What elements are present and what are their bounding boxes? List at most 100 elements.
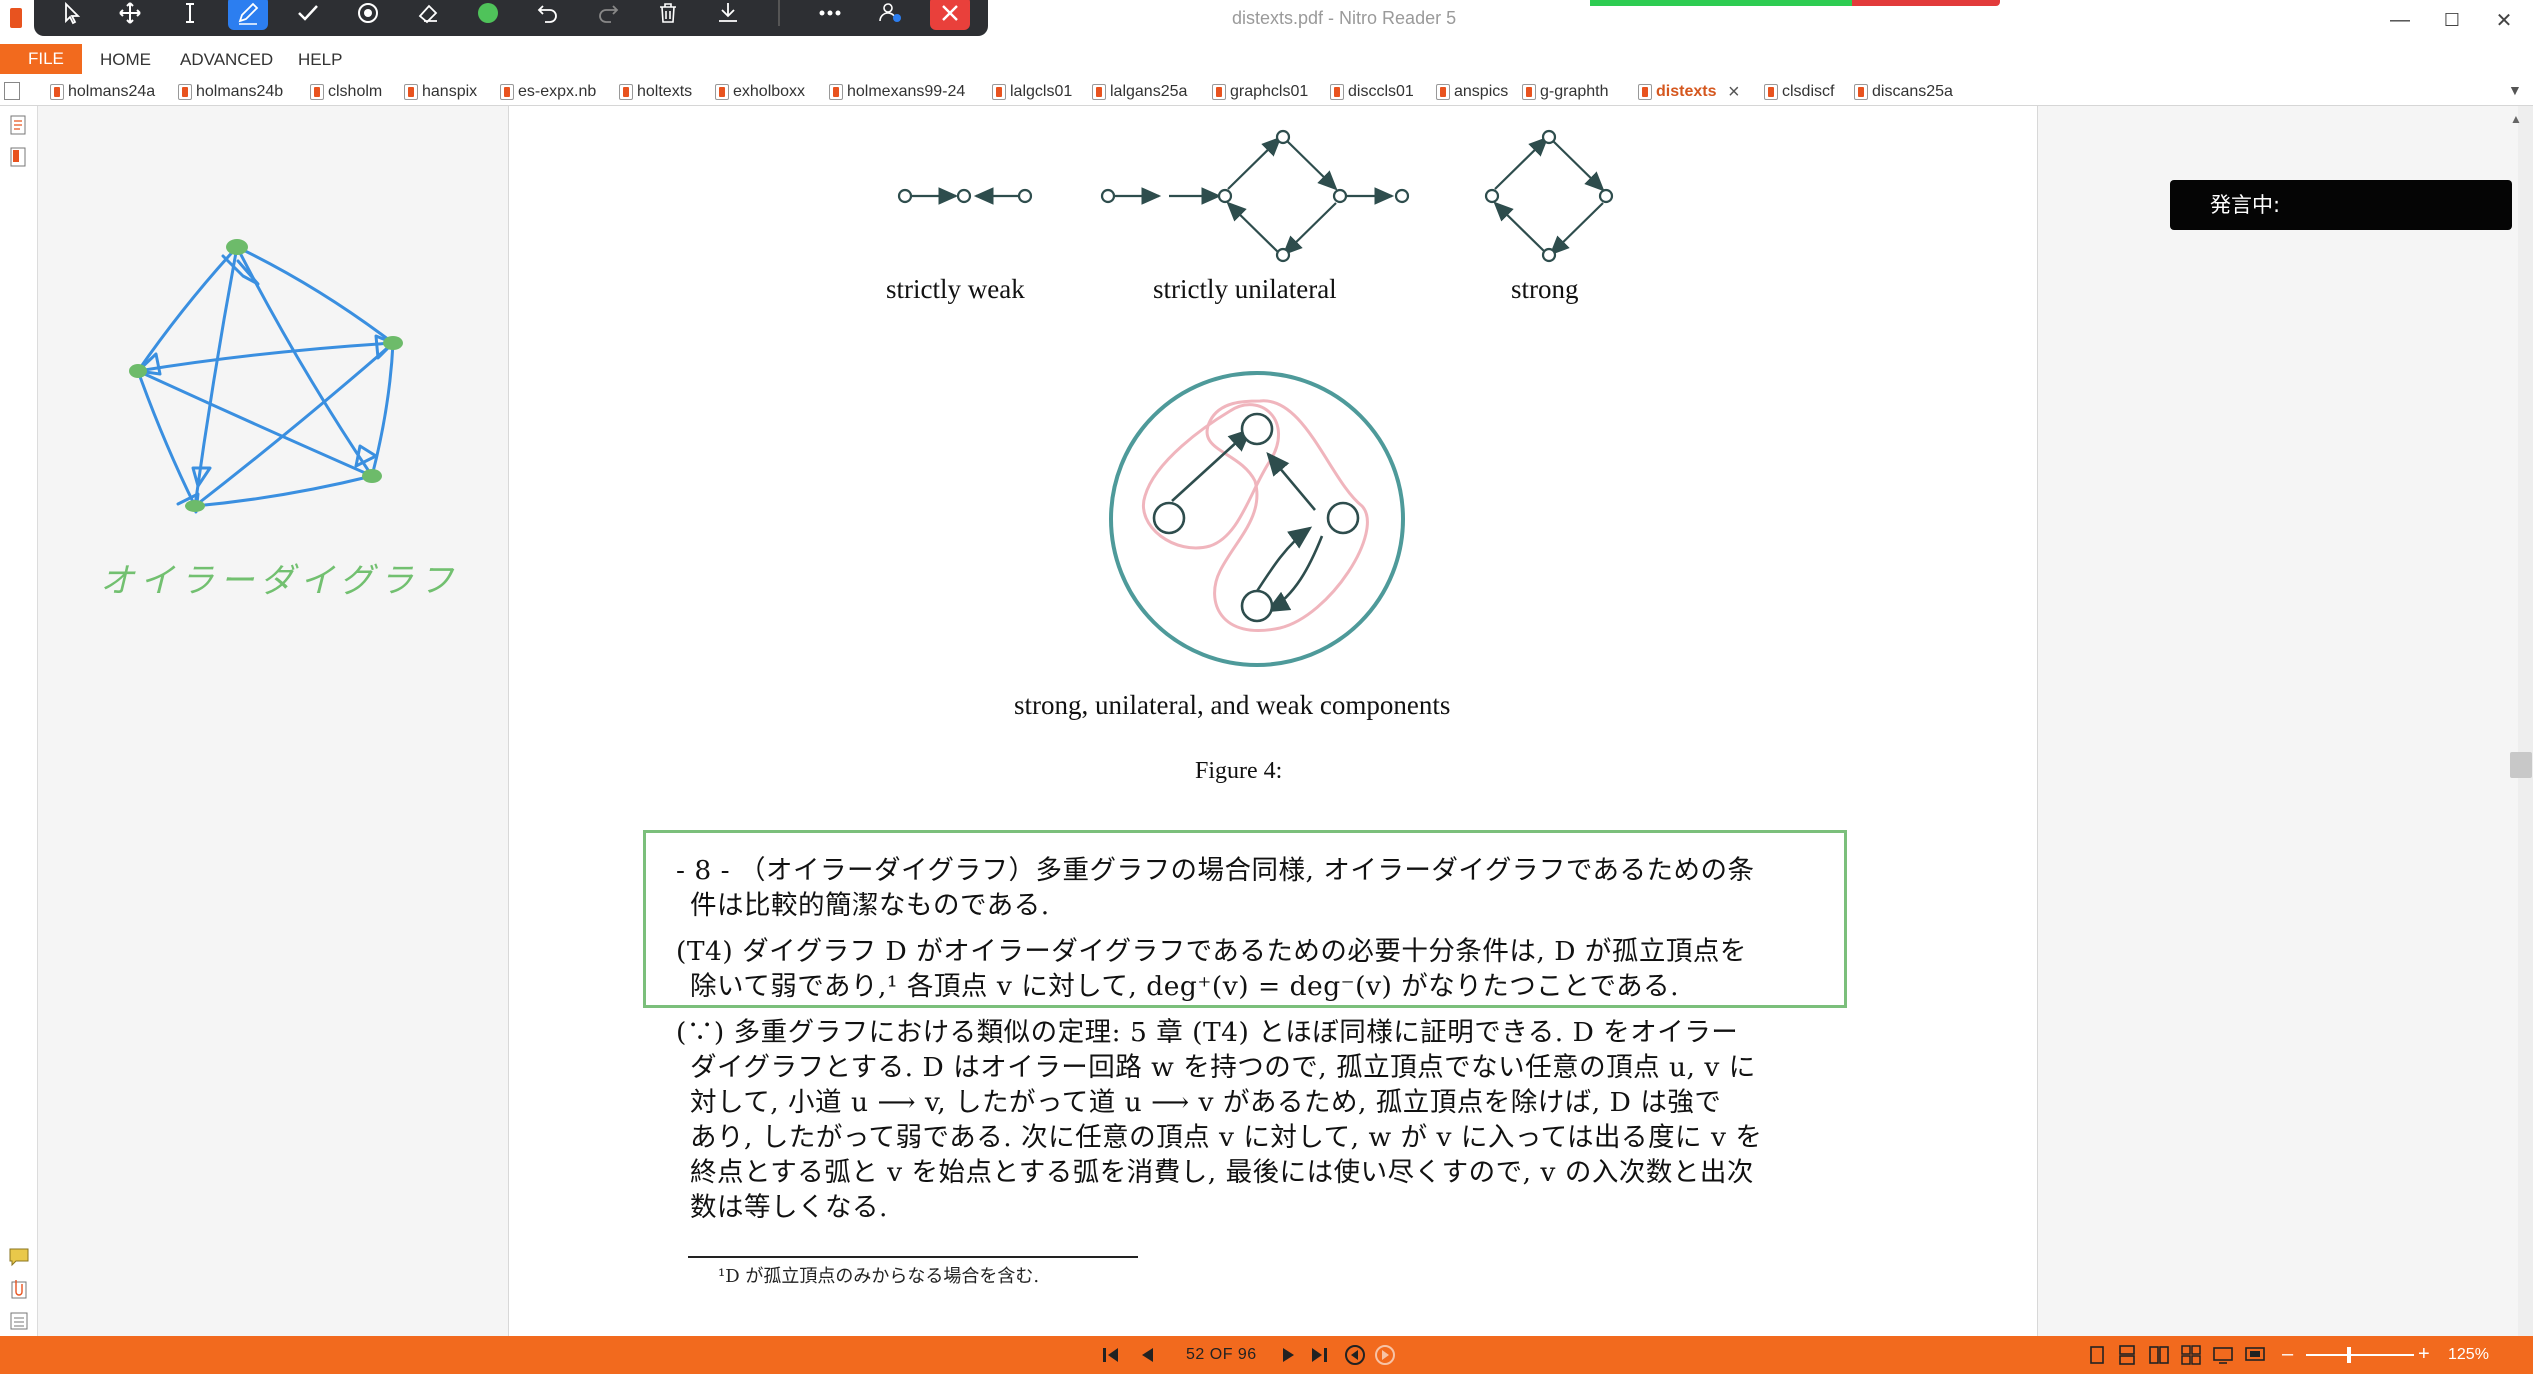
- color-picker-icon[interactable]: [468, 0, 508, 30]
- pdf-file-icon: [992, 84, 1006, 100]
- comments-panel-icon[interactable]: [8, 1246, 30, 1268]
- tab-lalgans25a[interactable]: lalgans25a: [1090, 80, 1187, 104]
- speaking-indicator: 発言中:: [2170, 180, 2512, 230]
- proof-line-5: 終点とする弧と v を始点とする弧を消費し, 最後には使い尽くすので, v の入…: [690, 1157, 1754, 1188]
- zoom-slider-thumb[interactable]: [2347, 1347, 2352, 1363]
- pen-toolbar: [34, 0, 988, 36]
- close-tab-icon[interactable]: ×: [1728, 82, 1740, 102]
- previous-page-icon[interactable]: [1136, 1344, 1158, 1366]
- proof-line-4: あり, したがって弱である. 次に任意の頂点 v に対して, w が v に入っ…: [690, 1122, 1763, 1153]
- share-user-icon[interactable]: [870, 0, 910, 30]
- tab-holmexans99-24[interactable]: holmexans99-24: [827, 80, 965, 104]
- tab-discans25a[interactable]: discans25a: [1852, 80, 1953, 104]
- window-title: distexts.pdf - Nitro Reader 5: [1232, 8, 1457, 28]
- menu-home[interactable]: HOME: [100, 48, 151, 72]
- forward-view-icon[interactable]: [1374, 1344, 1396, 1366]
- maximize-button[interactable]: ☐: [2432, 6, 2472, 34]
- undo-icon[interactable]: [528, 0, 568, 30]
- full-screen-icon[interactable]: [2244, 1344, 2266, 1366]
- tab-list-icon[interactable]: [4, 80, 20, 104]
- label-components: strong, unilateral, and weak components: [1014, 690, 1451, 720]
- tab-distexts[interactable]: distexts: [1636, 80, 1716, 104]
- next-page-icon[interactable]: [1278, 1344, 1300, 1366]
- pdf-file-icon: [829, 84, 843, 100]
- download-icon[interactable]: [708, 0, 748, 30]
- more-options-icon[interactable]: [810, 0, 850, 30]
- tab-hanspix[interactable]: hanspix: [402, 80, 477, 104]
- tab-disccls01[interactable]: disccls01: [1328, 80, 1414, 104]
- layers-panel-icon[interactable]: [8, 1310, 30, 1332]
- pdf-file-icon: [310, 84, 324, 100]
- proof-line-6: 数は等しくなる.: [690, 1192, 888, 1223]
- theorem-t4-line-2: 除いて弱であり,¹ 各頂点 v に対して, deg⁺(v) = deg⁻(v) …: [690, 971, 1680, 1002]
- tab-holmans24b[interactable]: holmans24b: [176, 80, 283, 104]
- redo-icon[interactable]: [588, 0, 628, 30]
- pages-panel-icon[interactable]: [8, 114, 30, 136]
- label-strictly-unilateral: strictly unilateral: [1153, 274, 1337, 304]
- label-strong: strong: [1511, 274, 1579, 304]
- fit-page-icon[interactable]: [2212, 1344, 2234, 1366]
- tab-g-graphth[interactable]: g-graphth: [1520, 80, 1609, 104]
- left-panel-rail: [0, 106, 38, 1336]
- select-tool-icon[interactable]: [52, 0, 92, 30]
- label-strictly-weak: strictly weak: [886, 274, 1025, 304]
- tab-clsdiscf[interactable]: clsdiscf: [1762, 80, 1834, 104]
- move-tool-icon[interactable]: [110, 0, 150, 30]
- tab-overflow-chevron-icon[interactable]: ▼: [2508, 82, 2522, 98]
- pen-tool-icon[interactable]: [228, 0, 268, 30]
- menu-file[interactable]: FILE: [0, 44, 82, 74]
- menu-help[interactable]: HELP: [298, 48, 342, 72]
- tab-exholboxx[interactable]: exholboxx: [713, 80, 805, 104]
- facing-continuous-view-icon[interactable]: [2180, 1344, 2202, 1366]
- zoom-in-button[interactable]: +: [2418, 1343, 2430, 1366]
- highlighter-tool-icon[interactable]: [348, 0, 388, 30]
- single-page-view-icon[interactable]: [2086, 1344, 2108, 1366]
- vertical-scrollbar[interactable]: [2518, 106, 2533, 1336]
- figure-strong-digraph: [1484, 129, 1614, 263]
- zoom-slider[interactable]: [2306, 1354, 2414, 1356]
- status-bar: 52 OF 96 – + 125%: [0, 1336, 2533, 1374]
- tab-holtexts[interactable]: holtexts: [617, 80, 692, 104]
- tab-anspics[interactable]: anspics: [1434, 80, 1508, 104]
- eraser-tool-icon[interactable]: [408, 0, 448, 30]
- pdf-file-icon: [619, 84, 633, 100]
- zoom-out-button[interactable]: –: [2282, 1343, 2293, 1366]
- pdf-file-icon: [1854, 84, 1868, 100]
- menu-advanced[interactable]: ADVANCED: [180, 48, 273, 72]
- call-status-red-bar: [1852, 0, 2000, 6]
- pdf-file-icon: [1330, 84, 1344, 100]
- tab-graphcls01[interactable]: graphcls01: [1210, 80, 1308, 104]
- pdf-file-icon: [404, 84, 418, 100]
- attachments-panel-icon[interactable]: [8, 1278, 30, 1300]
- minimize-button[interactable]: —: [2380, 6, 2420, 34]
- checkmark-tool-icon[interactable]: [288, 0, 328, 30]
- last-page-icon[interactable]: [1308, 1344, 1330, 1366]
- back-view-icon[interactable]: [1344, 1344, 1366, 1366]
- figure-caption: Figure 4:: [1195, 758, 1283, 784]
- close-toolbar-icon[interactable]: [930, 0, 970, 30]
- toolbar-separator: [778, 0, 780, 26]
- scrollbar-thumb[interactable]: [2510, 752, 2532, 778]
- figure-digraph-types: [897, 129, 1410, 263]
- call-status-green-bar: [1590, 0, 1852, 6]
- continuous-view-icon[interactable]: [2116, 1344, 2138, 1366]
- proof-line-3: 対して, 小道 u ⟶ v, したがって道 u ⟶ v があるため, 孤立頂点を…: [690, 1087, 1722, 1118]
- first-page-icon[interactable]: [1100, 1344, 1122, 1366]
- handwritten-euler-digraph-sketch[interactable]: オイラーダイグラフ: [38, 106, 508, 626]
- box-text-line-2: 件は比較的簡潔なものである.: [690, 890, 1050, 921]
- trash-icon[interactable]: [648, 0, 688, 30]
- zoom-level[interactable]: 125%: [2448, 1346, 2489, 1364]
- handwritten-label: オイラーダイグラフ: [100, 561, 459, 601]
- tab-clsholm[interactable]: clsholm: [308, 80, 382, 104]
- facing-view-icon[interactable]: [2148, 1344, 2170, 1366]
- tab-holmans24a[interactable]: holmans24a: [48, 80, 155, 104]
- tab-es-expx[interactable]: es-expx.nb: [498, 80, 596, 104]
- bookmarks-panel-icon[interactable]: [8, 146, 30, 168]
- scroll-up-arrow-icon[interactable]: ▲: [2510, 112, 2522, 126]
- close-window-button[interactable]: ✕: [2484, 6, 2524, 34]
- pdf-file-icon: [715, 84, 729, 100]
- text-cursor-tool-icon[interactable]: [170, 0, 210, 30]
- tab-lalgcls01[interactable]: lalgcls01: [990, 80, 1072, 104]
- page-indicator[interactable]: 52 OF 96: [1186, 1346, 1257, 1364]
- figure-components: [1109, 371, 1405, 667]
